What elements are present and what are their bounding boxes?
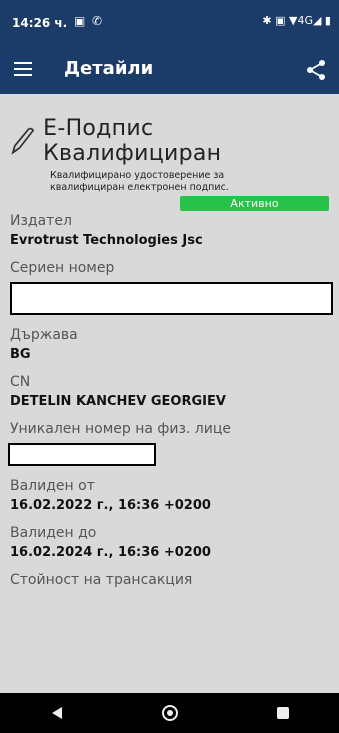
page-title: Детайли — [64, 58, 154, 79]
cn-field: CN DETELIN KANCHEV GEORGIEV — [10, 374, 329, 409]
recents-button[interactable] — [263, 693, 303, 733]
personal-id-label: Уникален номер на физ. лице — [10, 421, 231, 437]
certificate-header: Е-Подпис Квалифициран — [10, 116, 329, 166]
valid-to-label: Валиден до — [10, 525, 97, 541]
status-time: 14:26 ч. — [12, 16, 68, 30]
serial-redacted-box — [10, 282, 333, 315]
home-button[interactable] — [150, 693, 190, 733]
country-field: Държава BG — [10, 327, 329, 362]
valid-from-label: Валиден от — [10, 478, 95, 494]
back-icon — [51, 707, 62, 719]
country-value: BG — [10, 347, 31, 362]
valid-from-field: Валиден от 16.02.2022 г., 16:36 +0200 — [10, 478, 329, 513]
cn-label: CN — [10, 374, 31, 390]
pen-icon — [11, 127, 35, 155]
certificate-title: Е-Подпис Квалифициран — [43, 116, 222, 166]
country-label: Държава — [10, 327, 78, 343]
status-icons: ✱ ▣ ▼4G◢ ▮ — [262, 14, 331, 27]
personal-id-field: Уникален номер на физ. лице — [8, 421, 329, 466]
recents-icon — [276, 707, 289, 719]
valid-from-value: 16.02.2022 г., 16:36 +0200 — [10, 498, 211, 513]
cn-value: DETELIN KANCHEV GEORGIEV — [10, 394, 226, 409]
status-badge: Активно — [180, 196, 329, 211]
app-bar: Детайли — [0, 46, 339, 94]
issuer-value: Evrotrust Technologies Jsc — [10, 233, 203, 248]
issuer-label: Издател — [10, 213, 72, 229]
serial-label: Сериен номер — [10, 260, 115, 276]
home-icon — [161, 705, 178, 721]
status-bar: 14:26 ч. ▣ ✆ ✱ ▣ ▼4G◢ ▮ — [0, 0, 339, 46]
transaction-value-label: Стойност на трансакция — [10, 572, 193, 588]
back-button[interactable] — [37, 693, 77, 733]
share-icon[interactable] — [305, 58, 327, 82]
valid-to-field: Валиден до 16.02.2024 г., 16:36 +0200 — [10, 525, 329, 560]
menu-icon[interactable] — [14, 58, 38, 82]
issuer-field: Издател Evrotrust Technologies Jsc — [10, 213, 329, 248]
cast-icon: ▣ — [74, 14, 86, 28]
certificate-description: Квалифицирано удостоверение за квалифици… — [50, 170, 229, 193]
serial-field: Сериен номер — [10, 260, 333, 315]
system-nav-bar — [0, 693, 339, 733]
transaction-value-field: Стойност на трансакция — [10, 572, 329, 588]
personal-id-redacted-box — [8, 443, 156, 466]
whatsapp-icon: ✆ — [92, 14, 103, 28]
details-content[interactable]: Е-Подпис Квалифициран Квалифицирано удос… — [0, 94, 339, 693]
valid-to-value: 16.02.2024 г., 16:36 +0200 — [10, 545, 211, 560]
